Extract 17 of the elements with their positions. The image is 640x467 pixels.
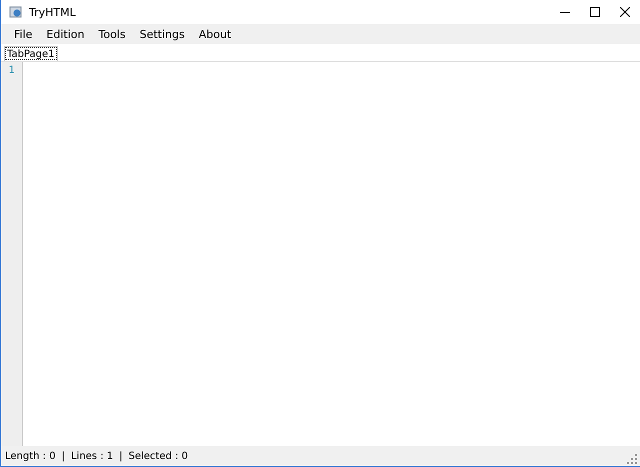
status-text: Length : 0: [5, 450, 56, 462]
app-icon: [9, 5, 23, 19]
window-title: TryHTML: [29, 6, 76, 18]
menu-item[interactable]: Tools: [91, 24, 133, 44]
status-separator: |: [62, 450, 65, 462]
status-text: Lines : 1: [70, 450, 114, 462]
close-icon[interactable]: [620, 7, 630, 17]
status-separator: |: [119, 450, 122, 462]
tab[interactable]: TabPage1: [4, 46, 58, 61]
status-text: Selected : 0: [128, 450, 188, 462]
resize-grip-icon: [627, 454, 637, 464]
menu-item[interactable]: Settings: [132, 24, 192, 44]
menu-item[interactable]: File: [7, 24, 40, 44]
line-number: 1: [8, 65, 15, 76]
menu-item[interactable]: About: [192, 24, 238, 44]
menu-item[interactable]: Edition: [39, 24, 92, 44]
maximize-icon[interactable]: [590, 7, 600, 17]
